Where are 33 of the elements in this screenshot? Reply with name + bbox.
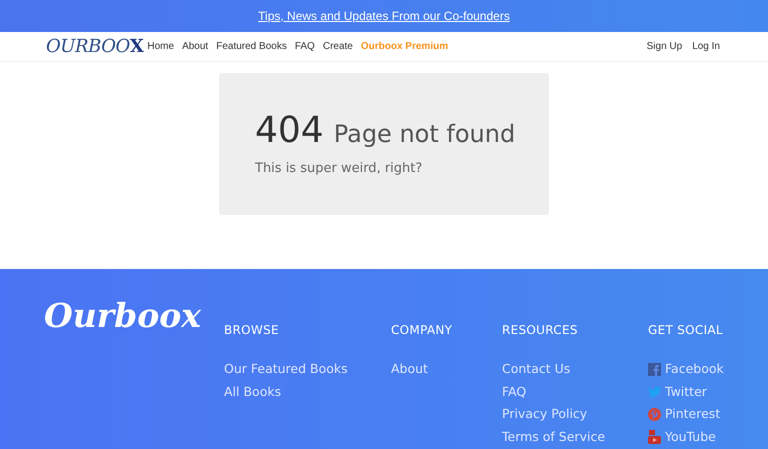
footer-link[interactable]: All Books xyxy=(224,384,282,400)
error-code: 404 xyxy=(255,113,324,149)
error-title: Page not found xyxy=(334,122,516,146)
nav-link[interactable]: FAQ xyxy=(294,39,315,54)
facebook-icon xyxy=(648,362,661,376)
bird-icon xyxy=(648,386,661,398)
footer-link[interactable]: YouTube xyxy=(665,428,716,445)
account-link[interactable]: Sign Up xyxy=(646,39,682,54)
footer-link[interactable]: Terms of Service xyxy=(502,428,606,445)
footer-heading: GET SOCIAL xyxy=(648,322,724,339)
footer-link[interactable]: Facebook xyxy=(665,361,724,378)
nav-link[interactable]: About xyxy=(182,39,208,54)
footer-link[interactable]: Privacy Policy xyxy=(502,406,588,422)
nav-link[interactable]: Create xyxy=(322,39,353,54)
footer-heading: COMPANY xyxy=(391,322,454,339)
error-message: This is super weird, right? xyxy=(255,160,424,178)
pin-icon xyxy=(648,408,661,421)
banner-link[interactable]: Tips, News and Updates From our Co-founders xyxy=(258,7,510,25)
footer-link[interactable]: Our Featured Books xyxy=(224,361,348,378)
footer-heading: BROWSE xyxy=(224,322,280,339)
footer-link[interactable]: Twitter xyxy=(665,384,707,400)
footer-link[interactable]: Pinterest xyxy=(665,406,720,422)
nav-link[interactable]: Ourboox Premium xyxy=(360,39,448,54)
footer-link[interactable]: FAQ xyxy=(502,384,526,400)
nav-link[interactable]: Featured Books xyxy=(216,39,287,54)
logo[interactable]: OURBOOX xyxy=(46,33,144,60)
footer-heading: RESOURCES xyxy=(502,322,579,339)
video-icon xyxy=(648,430,661,444)
account-link[interactable]: Log In xyxy=(692,39,720,54)
nav-link[interactable]: Home xyxy=(147,39,174,54)
footer-logo[interactable]: Ourboox xyxy=(44,296,201,335)
footer-link[interactable]: About xyxy=(391,361,428,378)
footer-link[interactable]: Contact Us xyxy=(502,361,570,378)
